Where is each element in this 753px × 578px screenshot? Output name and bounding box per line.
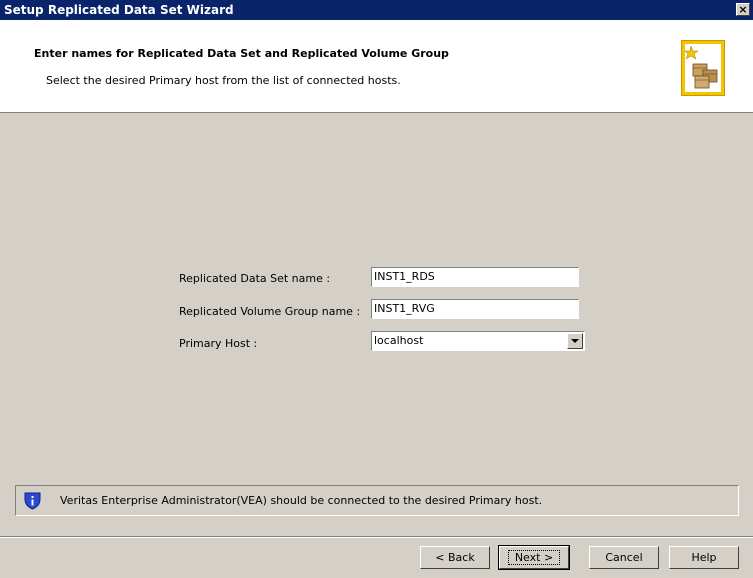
chevron-down-icon[interactable] xyxy=(567,333,583,349)
cancel-button-label: Cancel xyxy=(605,551,643,564)
rds-name-value: INST1_RDS xyxy=(374,270,435,283)
rds-name-field[interactable]: INST1_RDS xyxy=(371,267,579,287)
next-button[interactable]: Next > xyxy=(498,545,570,570)
primary-host-dropdown[interactable]: localhost xyxy=(371,331,585,351)
close-icon: × xyxy=(738,3,748,16)
wizard-logo-icon xyxy=(681,40,725,96)
wizard-window: Setup Replicated Data Set Wizard × Enter… xyxy=(0,0,753,578)
rds-name-label: Replicated Data Set name : xyxy=(179,272,331,285)
window-title: Setup Replicated Data Set Wizard xyxy=(4,3,234,17)
info-bar: Veritas Enterprise Administrator(VEA) sh… xyxy=(15,485,739,516)
page-title: Enter names for Replicated Data Set and … xyxy=(34,47,449,60)
rvg-name-label: Replicated Volume Group name : xyxy=(179,305,361,318)
close-button[interactable]: × xyxy=(736,3,750,16)
next-button-label: Next > xyxy=(507,550,561,565)
rvg-name-value: INST1_RVG xyxy=(374,302,435,315)
back-button[interactable]: < Back xyxy=(420,546,490,569)
footer-separator xyxy=(0,536,753,538)
cancel-button[interactable]: Cancel xyxy=(589,546,659,569)
rvg-name-field[interactable]: INST1_RVG xyxy=(371,299,579,319)
page-subtitle: Select the desired Primary host from the… xyxy=(46,74,401,87)
help-button-label: Help xyxy=(691,551,717,564)
back-button-label: < Back xyxy=(435,551,475,564)
wizard-header: Enter names for Replicated Data Set and … xyxy=(0,20,753,113)
help-button[interactable]: Help xyxy=(669,546,739,569)
info-message: Veritas Enterprise Administrator(VEA) sh… xyxy=(60,494,543,507)
title-bar: Setup Replicated Data Set Wizard × xyxy=(0,0,753,20)
info-shield-icon xyxy=(24,492,41,510)
primary-host-label: Primary Host : xyxy=(179,337,258,350)
primary-host-value: localhost xyxy=(374,334,424,347)
